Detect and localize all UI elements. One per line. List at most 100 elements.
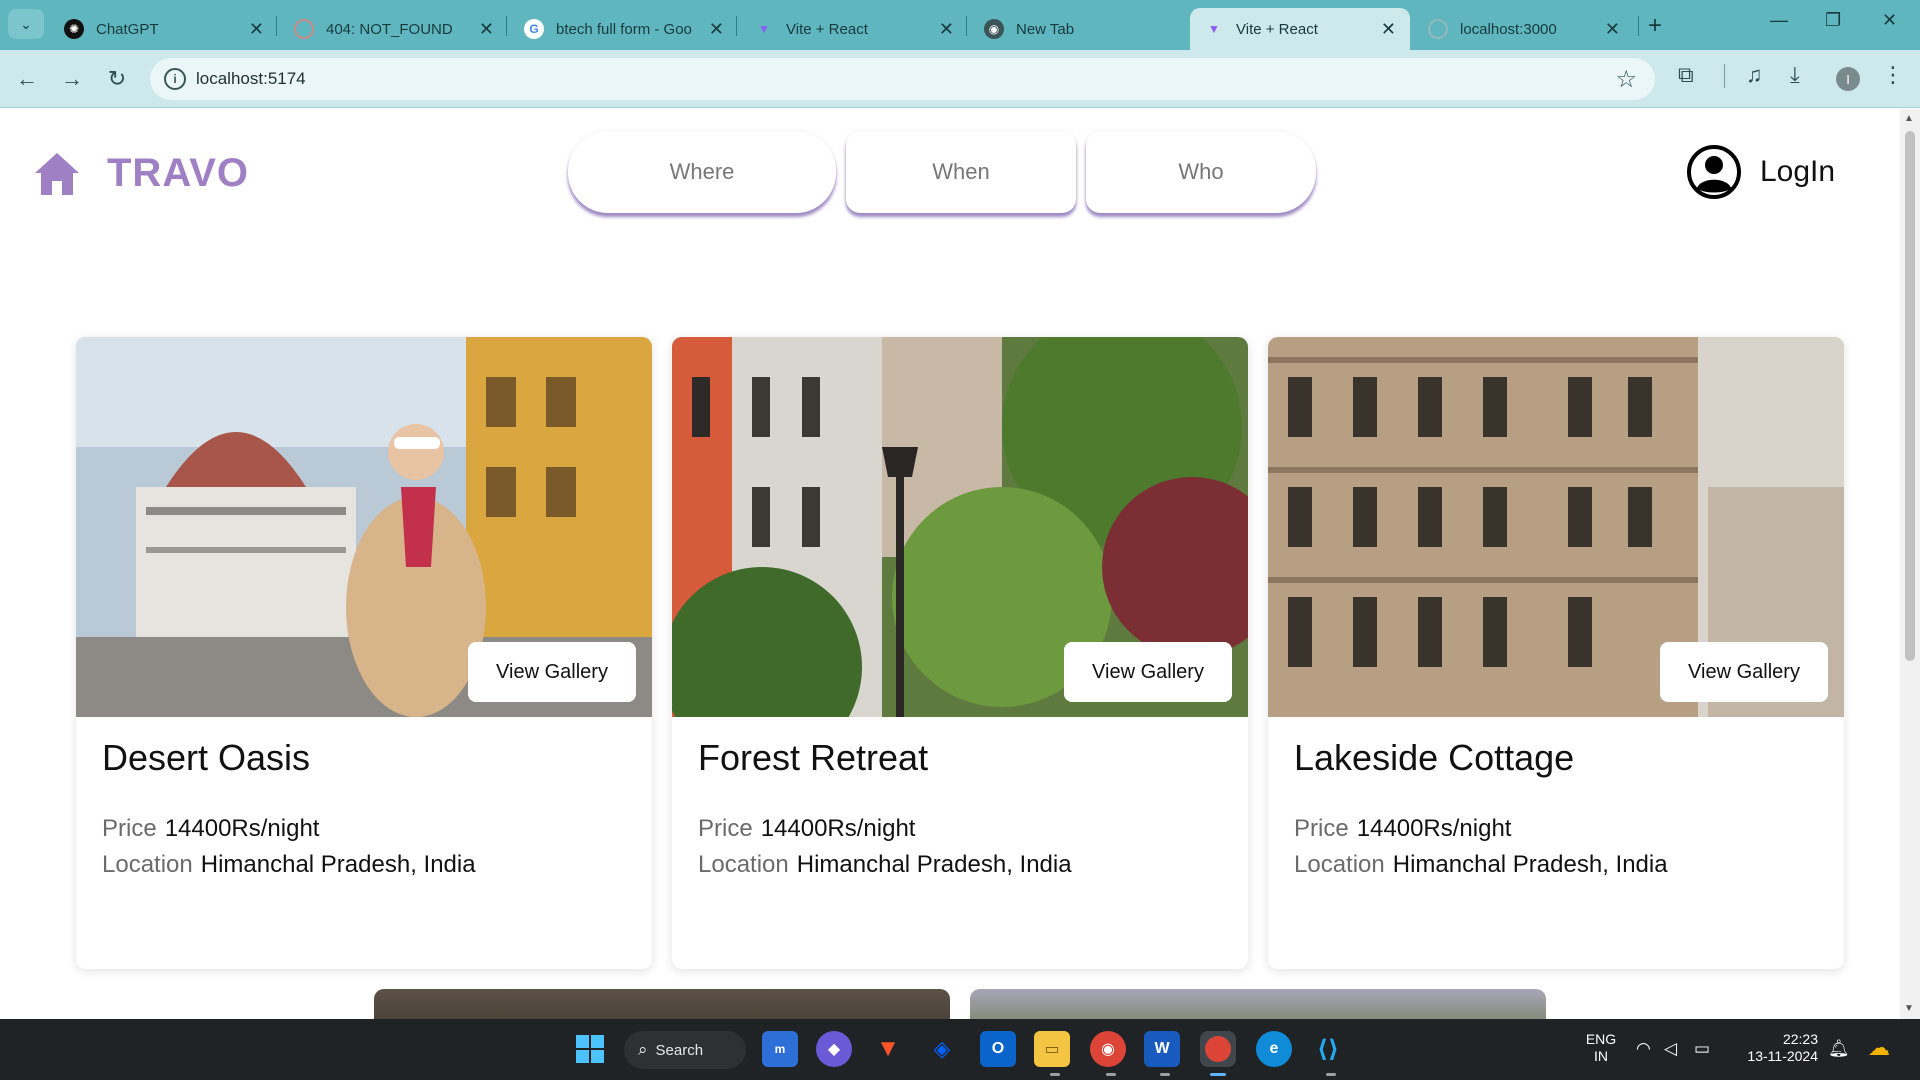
tab-vite-react-1[interactable]: ▼ Vite + React ✕ — [740, 8, 968, 50]
outlook-icon[interactable]: O — [980, 1031, 1016, 1067]
close-icon[interactable]: ✕ — [479, 19, 494, 40]
home-icon — [35, 153, 79, 195]
close-icon[interactable]: ✕ — [1605, 19, 1620, 40]
scroll-up-icon[interactable]: ▲ — [1904, 113, 1914, 124]
close-icon[interactable]: ✕ — [1381, 19, 1396, 40]
tab-divider — [276, 16, 277, 36]
tab-search-button[interactable]: ⌄ — [8, 9, 44, 39]
close-icon: ✕ — [1882, 10, 1898, 30]
location-value: Himanchal Pradesh, India — [796, 851, 1072, 878]
close-icon[interactable]: ✕ — [939, 19, 954, 40]
tab-new-tab[interactable]: ◉ New Tab — [970, 8, 1188, 50]
running-indicator — [1160, 1073, 1170, 1076]
media-controls-icon[interactable]: ♫ — [1746, 62, 1763, 88]
tab-404[interactable]: 404: NOT_FOUND ✕ — [280, 8, 508, 50]
clock[interactable]: 22:23 13-11-2024 — [1722, 1031, 1818, 1065]
input-language[interactable]: ENG IN — [1584, 1031, 1618, 1065]
search-where[interactable]: Where — [568, 131, 836, 213]
user-circle-icon — [1687, 145, 1741, 199]
chrome-logo-icon — [1205, 1036, 1231, 1062]
toolbar-divider — [1724, 64, 1725, 88]
bookmark-star-icon[interactable]: ☆ — [1615, 65, 1637, 94]
battery-icon[interactable]: ▭ — [1694, 1039, 1710, 1059]
restore-button[interactable]: ❐ — [1825, 10, 1841, 31]
file-explorer-icon[interactable]: ▭ — [1034, 1031, 1070, 1067]
tab-strip: ⌄ ✺ ChatGPT ✕ 404: NOT_FOUND ✕ G btech f… — [0, 0, 1920, 50]
taskbar-search-label: Search — [655, 1041, 704, 1059]
tab-google[interactable]: G btech full form - Goo ✕ — [510, 8, 738, 50]
tab-divider — [506, 16, 507, 36]
taskbar-search[interactable]: ⌕ Search — [624, 1031, 746, 1069]
brand-logo[interactable]: TRAVO — [33, 149, 249, 197]
minimize-button[interactable]: — — [1770, 10, 1788, 31]
brand-name: TRAVO — [107, 150, 250, 195]
reload-button[interactable]: ↻ — [100, 62, 134, 96]
address-bar[interactable]: i localhost:5174 ☆ — [150, 58, 1655, 100]
menu-kebab-icon[interactable]: ⋮ — [1882, 62, 1904, 88]
extensions-icon[interactable]: ⧉ — [1678, 62, 1694, 88]
listing-title: Lakeside Cottage — [1294, 737, 1575, 778]
wifi-icon[interactable]: ◠ — [1636, 1039, 1651, 1059]
chrome-icon[interactable]: ◉ — [1090, 1031, 1126, 1067]
chatgpt-icon: ✺ — [64, 19, 84, 39]
listing-location: Location Himanchal Pradesh, India — [1294, 851, 1668, 879]
price-label: Price — [698, 815, 753, 842]
forward-button[interactable]: → — [55, 62, 89, 96]
tab-vite-react-active[interactable]: ▼ Vite + React ✕ — [1190, 8, 1410, 50]
price-value: 14400Rs/night — [760, 815, 916, 842]
login-button[interactable]: LogIn — [1686, 144, 1835, 200]
running-indicator — [1326, 1073, 1336, 1076]
listing-card-partial[interactable] — [970, 989, 1546, 1019]
notification-bell-icon[interactable]: 🔔︎ — [1828, 1039, 1850, 1059]
tab-localhost-3000[interactable]: localhost:3000 ✕ — [1414, 8, 1634, 50]
close-icon[interactable]: ✕ — [249, 19, 264, 40]
listing-title: Desert Oasis — [102, 737, 311, 778]
vercel-icon — [294, 19, 314, 39]
location-label: Location — [1294, 851, 1385, 878]
listing-card-lakeside-cottage[interactable]: View Gallery Lakeside Cottage Price 14400… — [1268, 337, 1844, 969]
close-window-button[interactable]: ✕ — [1882, 10, 1897, 31]
minimize-icon: — — [1770, 10, 1788, 30]
tab-chatgpt[interactable]: ✺ ChatGPT ✕ — [50, 8, 278, 50]
google-icon: G — [524, 19, 544, 39]
search-who[interactable]: Who — [1086, 131, 1316, 213]
tab-divider — [966, 16, 967, 36]
listing-price: Price 14400Rs/night — [102, 815, 319, 843]
close-icon[interactable]: ✕ — [709, 19, 724, 40]
chrome-profile-icon[interactable] — [1200, 1031, 1236, 1067]
new-tab-button[interactable]: + — [1648, 12, 1662, 40]
plus-icon: + — [1648, 12, 1663, 39]
listing-card-partial[interactable] — [374, 989, 950, 1019]
view-gallery-button[interactable]: View Gallery — [1064, 642, 1232, 702]
dropbox-icon[interactable]: ◈ — [924, 1031, 960, 1067]
search-when[interactable]: When — [846, 131, 1076, 213]
site-info-icon[interactable]: i — [164, 68, 186, 90]
word-icon[interactable]: W — [1144, 1031, 1180, 1067]
start-icon[interactable] — [572, 1031, 608, 1067]
mylp-icon[interactable]: m — [762, 1031, 798, 1067]
login-label: LogIn — [1760, 155, 1836, 188]
restore-icon: ❐ — [1825, 10, 1842, 30]
listing-location: Location Himanchal Pradesh, India — [698, 851, 1072, 879]
brave-icon[interactable]: ▼ — [870, 1031, 906, 1067]
url-text[interactable]: localhost:5174 — [196, 69, 306, 89]
volume-icon[interactable]: ◁ — [1664, 1039, 1677, 1059]
copilot-icon[interactable]: ◆ — [816, 1031, 852, 1067]
vscode-icon[interactable]: ⟨⟩ — [1310, 1031, 1346, 1067]
view-gallery-button[interactable]: View Gallery — [468, 642, 636, 702]
weather-icon[interactable]: ☁ — [1868, 1035, 1890, 1061]
scrollbar-thumb[interactable] — [1905, 131, 1915, 661]
listing-price: Price 14400Rs/night — [1294, 815, 1511, 843]
view-gallery-button[interactable]: View Gallery — [1660, 642, 1828, 702]
download-icon[interactable]: ⤓ — [1790, 62, 1800, 88]
globe-icon — [1428, 19, 1448, 39]
location-label: Location — [102, 851, 193, 878]
windows-logo-icon — [576, 1035, 604, 1063]
scroll-down-icon[interactable]: ▼ — [1904, 1003, 1914, 1014]
listing-card-desert-oasis[interactable]: View Gallery Desert Oasis Price 14400Rs/n… — [76, 337, 652, 969]
back-button[interactable]: ← — [10, 62, 44, 96]
edge-icon[interactable]: e — [1256, 1031, 1292, 1067]
profile-avatar[interactable]: I — [1836, 67, 1860, 91]
page-scrollbar[interactable]: ▲ ▼ — [1900, 109, 1920, 1019]
listing-card-forest-retreat[interactable]: View Gallery Forest Retreat Price 14400Rs… — [672, 337, 1248, 969]
